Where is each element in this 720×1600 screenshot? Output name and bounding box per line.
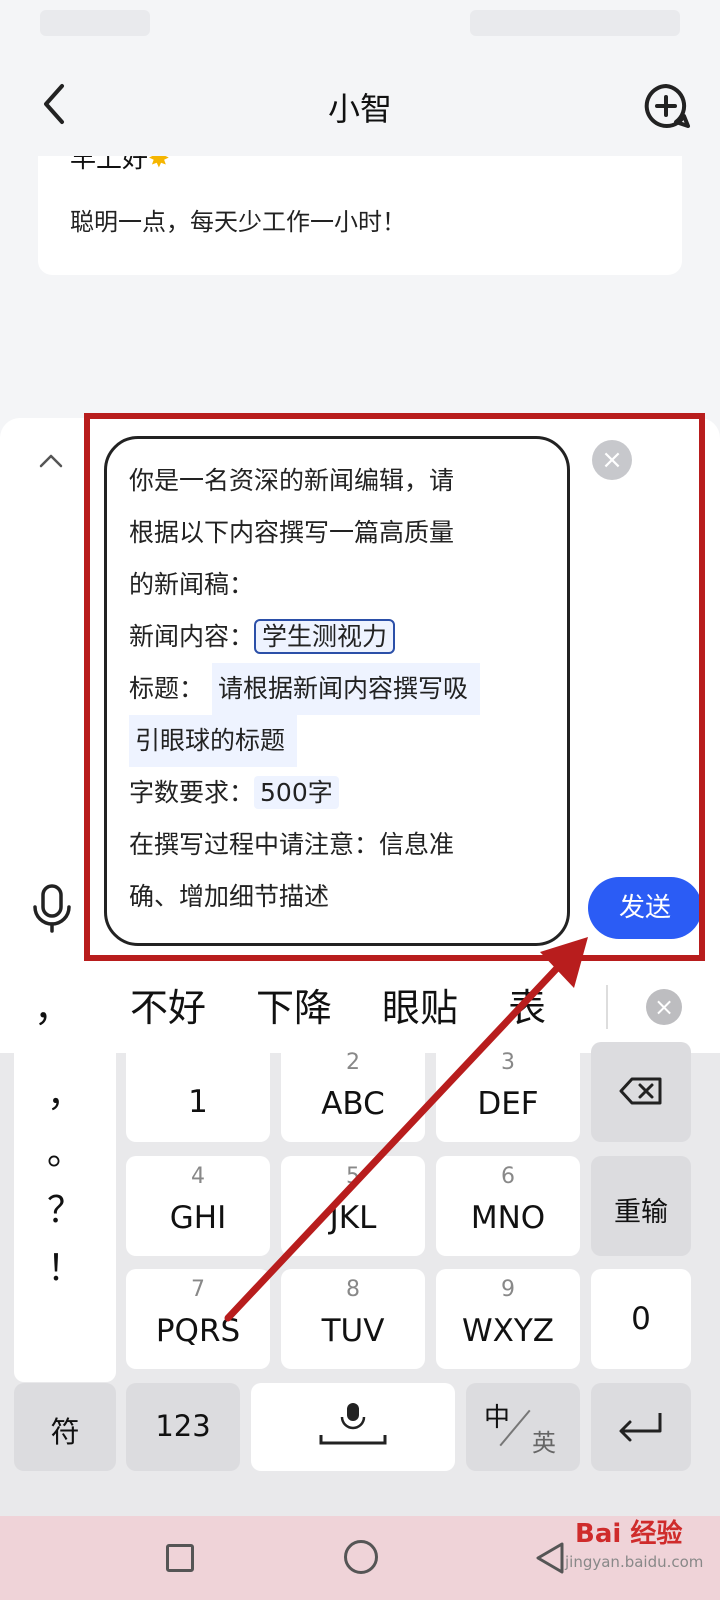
candidate-item[interactable]: 下降 bbox=[256, 977, 332, 1032]
language-toggle-key[interactable]: 中 英 bbox=[466, 1383, 580, 1471]
chevron-up-icon bbox=[39, 454, 63, 468]
prompt-line: 根据以下内容撰写一篇高质量 bbox=[129, 518, 455, 547]
key-label: 1 bbox=[188, 1084, 208, 1120]
numbers-key[interactable]: 123 bbox=[126, 1383, 240, 1471]
candidate-divider bbox=[606, 985, 608, 1029]
word-count-label: 字数要求： bbox=[129, 778, 255, 807]
clear-input-button[interactable]: × bbox=[592, 440, 632, 480]
key-0[interactable]: 0 bbox=[591, 1269, 691, 1369]
new-chat-button[interactable] bbox=[640, 80, 692, 132]
recent-apps-icon[interactable] bbox=[166, 1544, 194, 1572]
punct-key[interactable]: ， bbox=[14, 1066, 116, 1124]
candidate-item[interactable]: 不好 bbox=[130, 977, 206, 1032]
backspace-icon bbox=[619, 1077, 662, 1105]
prompt-line: 在撰写过程中请注意：信息准 bbox=[129, 830, 455, 859]
key-7[interactable]: 7 PQRS bbox=[126, 1269, 270, 1369]
punct-key[interactable]: ？ bbox=[14, 1182, 116, 1240]
voice-input-button[interactable] bbox=[30, 883, 74, 933]
key-number: 3 bbox=[501, 1050, 515, 1075]
system-nav-bar bbox=[0, 1516, 720, 1600]
key-4[interactable]: 4 GHI bbox=[126, 1156, 270, 1256]
key-number: 4 bbox=[191, 1164, 205, 1189]
key-label: 重输 bbox=[614, 1197, 668, 1228]
key-label: MNO bbox=[470, 1200, 546, 1236]
key-label: 符 bbox=[50, 1415, 80, 1449]
key-label: PQRS bbox=[155, 1313, 241, 1349]
key-label: ABC bbox=[321, 1086, 385, 1122]
punct-key[interactable]: ！ bbox=[14, 1240, 116, 1298]
key-1[interactable]: 1 bbox=[126, 1042, 270, 1142]
key-2[interactable]: 2 ABC bbox=[281, 1042, 425, 1142]
microphone-icon bbox=[33, 884, 71, 933]
key-label: WXYZ bbox=[461, 1313, 555, 1349]
status-left-blurred bbox=[40, 10, 150, 36]
key-label: 0 bbox=[631, 1301, 651, 1337]
key-6[interactable]: 6 MNO bbox=[436, 1156, 580, 1256]
prompt-line: 确、增加细节描述 bbox=[129, 882, 330, 911]
symbols-key[interactable]: 符 bbox=[14, 1383, 116, 1471]
title-label: 标题： bbox=[129, 674, 205, 703]
prompt-line: 的新闻稿： bbox=[129, 570, 255, 599]
key-number: 7 bbox=[191, 1277, 205, 1302]
prompt-input[interactable]: 你是一名资深的新闻编辑，请 根据以下内容撰写一篇高质量 的新闻稿： 新闻内容：学… bbox=[104, 436, 570, 946]
key-label: TUV bbox=[321, 1313, 385, 1349]
news-content-row: 新闻内容： 学生测视力 bbox=[129, 611, 549, 663]
key-label: DEF bbox=[477, 1086, 539, 1122]
ime-candidate-bar: ， 不好 下降 眼贴 表 × bbox=[0, 963, 720, 1053]
key-number: 6 bbox=[501, 1164, 515, 1189]
backspace-key[interactable] bbox=[591, 1042, 691, 1142]
status-right-blurred bbox=[470, 10, 680, 36]
news-content-label: 新闻内容： bbox=[129, 622, 255, 651]
key-number: 2 bbox=[346, 1050, 360, 1075]
candidate-comma[interactable]: ， bbox=[34, 977, 72, 1032]
title-row: 标题： 请根据新闻内容撰写吸 bbox=[129, 663, 549, 715]
candidate-item[interactable]: 表 bbox=[508, 977, 546, 1032]
punctuation-column[interactable]: ， 。 ？ ！ bbox=[14, 1042, 116, 1382]
nav-back-icon[interactable] bbox=[530, 1538, 570, 1578]
enter-key[interactable] bbox=[591, 1383, 691, 1471]
close-candidates-button[interactable]: × bbox=[646, 989, 682, 1025]
chat-plus-icon bbox=[644, 84, 690, 128]
space-mic-icon bbox=[319, 1403, 387, 1445]
key-number: 8 bbox=[346, 1277, 360, 1302]
candidate-item[interactable]: 眼贴 bbox=[382, 977, 458, 1032]
title-field[interactable]: 请根据新闻内容撰写吸 bbox=[211, 663, 480, 715]
enter-icon bbox=[619, 1413, 662, 1442]
home-icon[interactable] bbox=[344, 1540, 378, 1574]
welcome-subtitle: 聪明一点，每天少工作一小时！ bbox=[70, 208, 406, 236]
key-5[interactable]: 5 JKL bbox=[281, 1156, 425, 1256]
news-content-field[interactable]: 学生测视力 bbox=[254, 619, 396, 654]
prompt-line: 你是一名资深的新闻编辑，请 bbox=[129, 466, 455, 495]
space-key[interactable] bbox=[251, 1383, 455, 1471]
key-9[interactable]: 9 WXYZ bbox=[436, 1269, 580, 1369]
send-button[interactable]: 发送 bbox=[588, 877, 702, 939]
key-label: JKL bbox=[329, 1200, 377, 1236]
triangle-back-icon bbox=[536, 1542, 564, 1574]
key-number: 9 bbox=[501, 1277, 515, 1302]
lang-zh-label: 中 bbox=[484, 1403, 511, 1433]
key-number: 5 bbox=[346, 1164, 360, 1189]
punct-key[interactable]: 。 bbox=[14, 1124, 116, 1182]
page-title: 小智 bbox=[327, 90, 392, 128]
close-icon: × bbox=[653, 993, 675, 1021]
key-8[interactable]: 8 TUV bbox=[281, 1269, 425, 1369]
word-count-row: 字数要求： 500字 bbox=[129, 767, 549, 819]
key-label: GHI bbox=[169, 1200, 227, 1236]
app-header: 小智 bbox=[0, 60, 720, 155]
title-row-cont: 引眼球的标题 bbox=[129, 715, 549, 767]
key-label: 123 bbox=[155, 1409, 211, 1443]
reinput-key[interactable]: 重输 bbox=[591, 1156, 691, 1256]
title-field-cont[interactable]: 引眼球的标题 bbox=[129, 715, 298, 767]
word-count-field[interactable]: 500字 bbox=[254, 776, 339, 809]
t9-keyboard: ， 。 ？ ！ 1 2 ABC 3 DEF 4 GHI 5 JKL 6 MNO … bbox=[0, 1042, 720, 1516]
lang-en-label: 英 bbox=[532, 1429, 556, 1457]
collapse-button[interactable] bbox=[36, 448, 66, 472]
key-3[interactable]: 3 DEF bbox=[436, 1042, 580, 1142]
status-bar bbox=[0, 0, 720, 60]
